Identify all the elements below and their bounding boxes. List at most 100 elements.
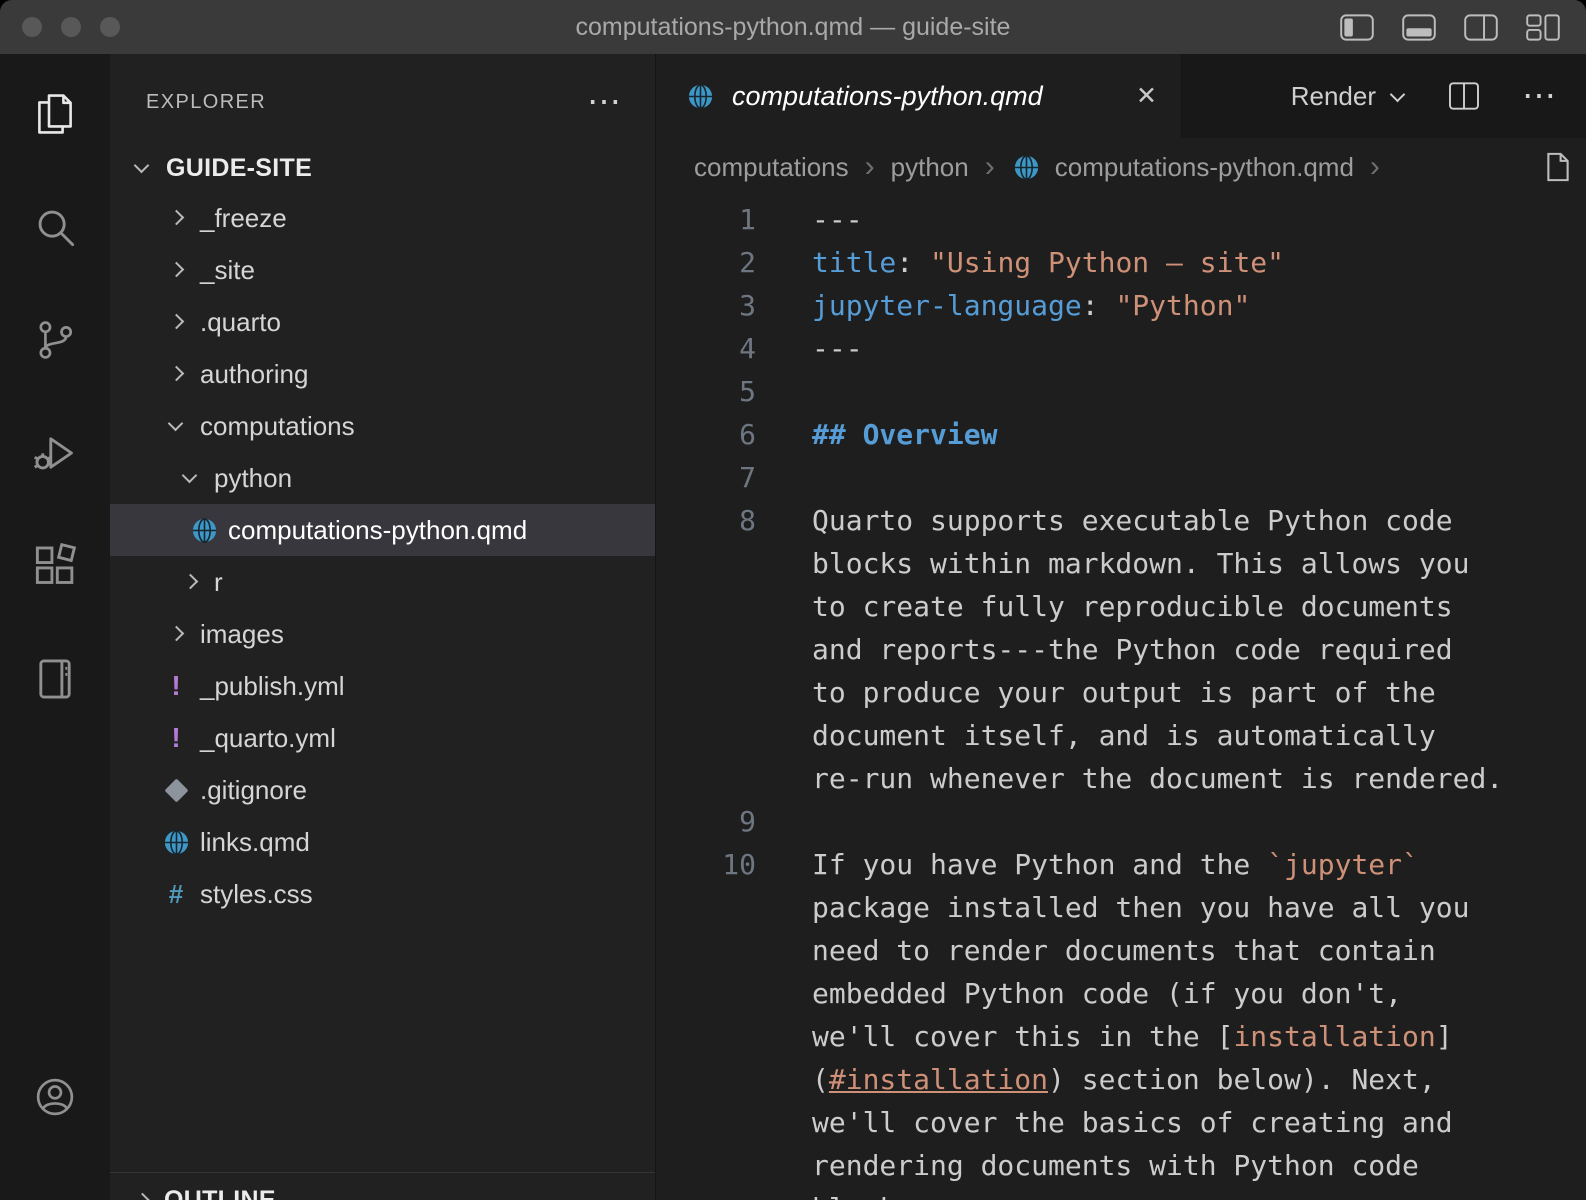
code-row[interactable]: 4--- [656, 327, 1586, 370]
search-tab[interactable] [0, 173, 110, 286]
code-row[interactable]: to produce your output is part of the [656, 671, 1586, 714]
code-text: blocks within markdown. This allows you [756, 542, 1469, 585]
code-row[interactable]: 3jupyter-language: "Python" [656, 284, 1586, 327]
line-number[interactable]: 2 [656, 241, 756, 284]
extensions-tab[interactable] [0, 512, 110, 625]
render-button[interactable]: Render [1291, 81, 1406, 112]
line-number[interactable] [656, 585, 756, 628]
code-row[interactable]: blocks within markdown. This allows you [656, 542, 1586, 585]
tree-item--publish-yml[interactable]: !_publish.yml [110, 660, 655, 712]
code-row[interactable]: to create fully reproducible documents [656, 585, 1586, 628]
code-row[interactable]: rendering documents with Python code [656, 1144, 1586, 1187]
code-row[interactable]: re-run whenever the document is rendered… [656, 757, 1586, 800]
explorer-tab[interactable] [0, 60, 110, 173]
tree-item-links-qmd[interactable]: links.qmd [110, 816, 655, 868]
tree-root-guide-site[interactable]: GUIDE-SITE [110, 144, 655, 192]
tree-item-r[interactable]: r [110, 556, 655, 608]
outline-section[interactable]: OUTLINE [110, 1172, 655, 1200]
explorer-more-actions-icon[interactable]: ⋯ [587, 92, 621, 112]
tree-item-authoring[interactable]: authoring [110, 348, 655, 400]
code-row[interactable]: 10If you have Python and the `jupyter` [656, 843, 1586, 886]
toggle-panel-icon[interactable] [1402, 14, 1436, 41]
breadcrumb-python[interactable]: python [891, 152, 969, 183]
toggle-secondary-sidebar-icon[interactable] [1464, 14, 1498, 41]
tree-item--freeze[interactable]: _freeze [110, 192, 655, 244]
line-number[interactable] [656, 1187, 756, 1200]
git-file-icon [160, 774, 192, 806]
split-editor-icon[interactable] [1448, 82, 1480, 110]
line-number[interactable] [656, 714, 756, 757]
tree-item-python[interactable]: python [110, 452, 655, 504]
explorer-sidebar: EXPLORER ⋯ GUIDE-SITE_freeze_site.quarto… [110, 54, 656, 1200]
line-number[interactable]: 10 [656, 843, 756, 886]
code-row[interactable]: package installed then you have all you [656, 886, 1586, 929]
toggle-primary-sidebar-icon[interactable] [1340, 14, 1374, 41]
line-number[interactable] [656, 1144, 756, 1187]
line-number[interactable]: 3 [656, 284, 756, 327]
tree-item-images[interactable]: images [110, 608, 655, 660]
code-row[interactable]: 7 [656, 456, 1586, 499]
line-number[interactable] [656, 628, 756, 671]
code-row[interactable]: we'll cover the basics of creating and [656, 1101, 1586, 1144]
tree-item-styles-css[interactable]: #styles.css [110, 868, 655, 920]
code-row[interactable]: and reports---the Python code required [656, 628, 1586, 671]
code-editor[interactable]: 1---2title: "Using Python — site"3jupyte… [656, 196, 1586, 1200]
line-number[interactable]: 1 [656, 198, 756, 241]
customize-layout-icon[interactable] [1526, 14, 1560, 41]
line-number[interactable] [656, 671, 756, 714]
line-number[interactable]: 9 [656, 800, 756, 843]
line-number[interactable]: 7 [656, 456, 756, 499]
editor-more-actions-icon[interactable]: ⋯ [1522, 86, 1556, 106]
source-control-tab[interactable] [0, 286, 110, 399]
tree-item--site[interactable]: _site [110, 244, 655, 296]
notebook-tab[interactable] [0, 625, 110, 738]
account-button[interactable] [0, 1043, 110, 1156]
code-row[interactable]: (#installation) section below). Next, [656, 1058, 1586, 1101]
breadcrumb-computations[interactable]: computations [694, 152, 849, 183]
line-number[interactable] [656, 929, 756, 972]
line-number[interactable]: 5 [656, 370, 756, 413]
line-number[interactable]: 4 [656, 327, 756, 370]
css-file-icon: # [160, 878, 192, 910]
zoom-window-button[interactable] [100, 17, 120, 37]
line-number[interactable] [656, 886, 756, 929]
line-number[interactable] [656, 757, 756, 800]
line-number[interactable]: 8 [656, 499, 756, 542]
breadcrumb-file[interactable]: computations-python.qmd [1011, 151, 1354, 183]
code-row[interactable]: 9 [656, 800, 1586, 843]
close-tab-icon[interactable]: ✕ [1136, 81, 1157, 111]
extensions-icon [32, 543, 78, 594]
line-number[interactable]: 6 [656, 413, 756, 456]
code-row[interactable]: 1--- [656, 198, 1586, 241]
tree-item--quarto[interactable]: .quarto [110, 296, 655, 348]
code-row[interactable]: 2title: "Using Python — site" [656, 241, 1586, 284]
code-row[interactable]: document itself, and is automatically [656, 714, 1586, 757]
code-row[interactable]: we'll cover this in the [installation] [656, 1015, 1586, 1058]
close-window-button[interactable] [22, 17, 42, 37]
code-row[interactable]: 8Quarto supports executable Python code [656, 499, 1586, 542]
tree-item--quarto-yml[interactable]: !_quarto.yml [110, 712, 655, 764]
line-number[interactable] [656, 1015, 756, 1058]
tree-item-computations-python-qmd[interactable]: computations-python.qmd [110, 504, 655, 556]
line-number[interactable] [656, 542, 756, 585]
tree-item--gitignore[interactable]: .gitignore [110, 764, 655, 816]
code-row[interactable]: need to render documents that contain [656, 929, 1586, 972]
code-row[interactable]: blocks. [656, 1187, 1586, 1200]
code-text: and reports---the Python code required [756, 628, 1453, 671]
files-icon [31, 90, 79, 143]
code-row[interactable]: 5 [656, 370, 1586, 413]
line-number[interactable] [656, 972, 756, 1015]
line-number[interactable] [656, 1058, 756, 1101]
chevron-right-icon [126, 1185, 158, 1200]
minimize-window-button[interactable] [61, 17, 81, 37]
chevron-right-icon [160, 306, 192, 338]
chevron-right-icon [160, 202, 192, 234]
tab-computations-python-qmd[interactable]: computations-python.qmd ✕ [656, 54, 1182, 138]
run-debug-tab[interactable] [0, 399, 110, 512]
chevron-down-icon [1388, 87, 1406, 105]
tree-item-computations[interactable]: computations [110, 400, 655, 452]
code-row[interactable]: embedded Python code (if you don't, [656, 972, 1586, 1015]
code-row[interactable]: 6## Overview [656, 413, 1586, 456]
line-number[interactable] [656, 1101, 756, 1144]
code-text: re-run whenever the document is rendered… [756, 757, 1503, 800]
